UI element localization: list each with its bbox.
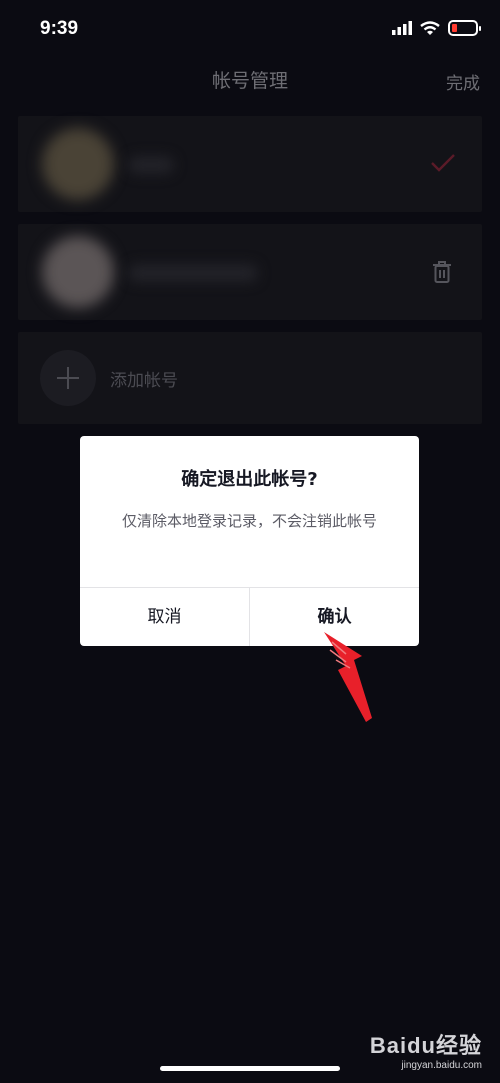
avatar (42, 128, 114, 200)
trash-icon[interactable] (432, 260, 452, 284)
add-account-row[interactable]: 添加帐号 (18, 332, 482, 424)
check-icon (431, 154, 455, 172)
watermark-url: jingyan.baidu.com (401, 1060, 482, 1071)
dialog-title: 确定退出此帐号? (181, 469, 318, 490)
done-button[interactable]: 完成 (446, 69, 480, 94)
home-indicator[interactable] (160, 1066, 340, 1071)
annotation-arrow-icon (324, 632, 372, 722)
plus-icon (40, 350, 96, 406)
avatar (42, 236, 114, 308)
account-name-blurred (128, 264, 258, 282)
cancel-button[interactable]: 取消 (80, 588, 249, 646)
dialog-message: 仅清除本地登录记录，不会注销此帐号 (121, 512, 377, 530)
account-row-current[interactable] (18, 116, 482, 212)
account-name-blurred (128, 156, 174, 174)
logout-confirm-dialog: 确定退出此帐号? 仅清除本地登录记录，不会注销此帐号 取消 确认 (80, 436, 419, 646)
page-title: 帐号管理 (211, 70, 288, 92)
watermark-logo: Baidu经验 (369, 1033, 482, 1058)
watermark: Baidu经验 jingyan.baidu.com (370, 1028, 482, 1071)
add-account-label: 添加帐号 (110, 371, 178, 391)
account-row[interactable] (18, 224, 482, 320)
